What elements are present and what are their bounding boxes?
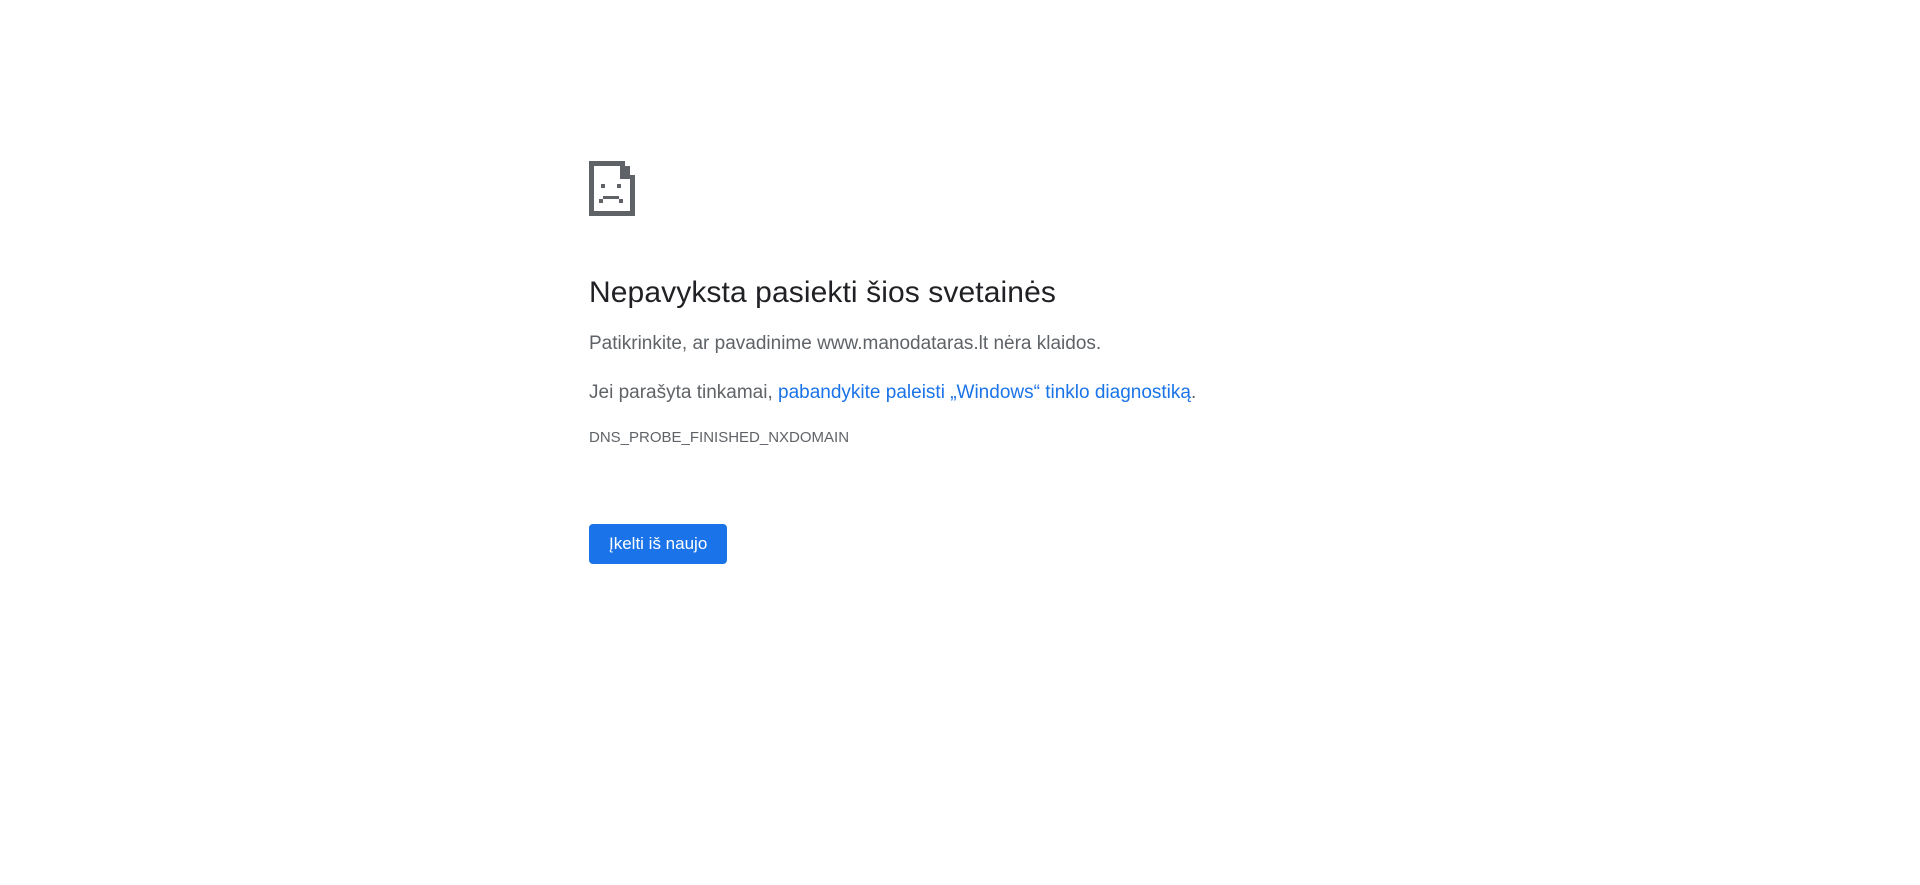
sad-document-icon (589, 161, 635, 216)
error-code: DNS_PROBE_FINISHED_NXDOMAIN (589, 429, 850, 446)
error-container: Nepavyksta pasiekti šios svetainės Patik… (589, 161, 1349, 448)
network-diagnostics-link[interactable]: pabandykite paleisti „Windows“ tinklo di… (778, 382, 1191, 403)
reload-button[interactable]: Įkelti iš naujo (589, 524, 728, 564)
error-check-text: Patikrinkite, ar pavadinime www.manodata… (589, 333, 1102, 354)
suggestion-suffix: . (1190, 382, 1197, 403)
error-title: Nepavyksta pasiekti šios svetainės (589, 276, 1056, 309)
suggestion-prefix: Jei parašyta tinkamai, (589, 382, 779, 403)
error-suggestion: Jei parašyta tinkamai, pabandykite palei… (589, 380, 1349, 406)
